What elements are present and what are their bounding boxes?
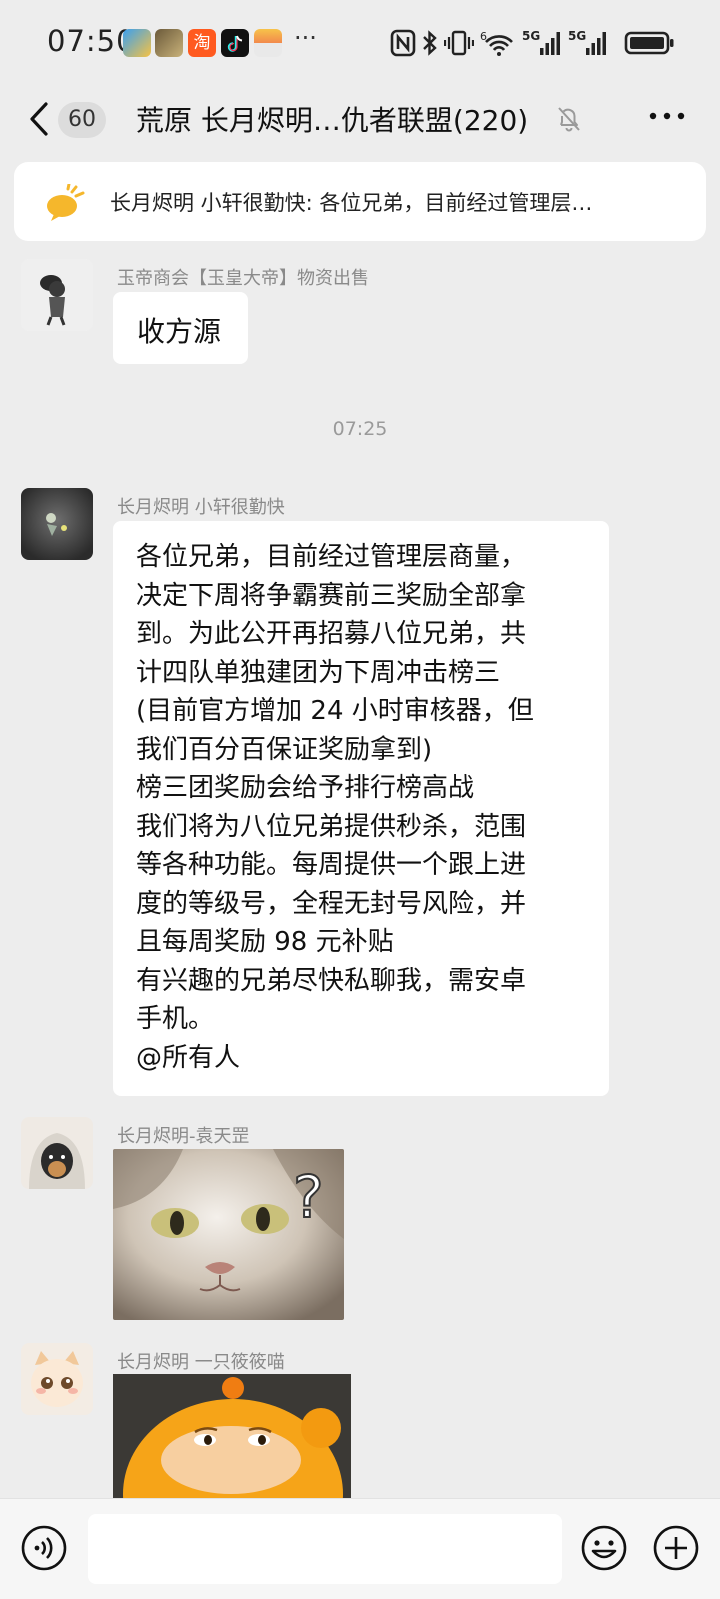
voice-icon[interactable] <box>20 1524 68 1572</box>
plus-icon[interactable] <box>652 1524 700 1572</box>
orange-creature-sticker[interactable] <box>113 1374 351 1498</box>
announcement-icon <box>47 184 85 221</box>
taobao-icon: 淘 <box>188 29 216 57</box>
avatar[interactable] <box>21 1117 93 1189</box>
status-overflow-dots: ··· <box>294 24 317 52</box>
weather-icon <box>123 29 151 57</box>
message-text: 收方源 <box>137 315 222 348</box>
signal-5g-icon: 5G <box>568 29 606 55</box>
message-sender: 玉帝商会【玉皇大帝】物资出售 <box>117 268 369 289</box>
signal-5g-icon: 5G <box>522 29 560 55</box>
message-sender: 长月烬明 小轩很勤快 <box>117 497 285 518</box>
nfc-icon <box>390 29 416 57</box>
battery-icon <box>624 31 674 55</box>
more-options-icon[interactable] <box>648 110 686 122</box>
bluetooth-icon <box>423 30 437 56</box>
avatar[interactable] <box>21 259 93 331</box>
message-sender: 长月烬明-袁天罡 <box>117 1126 250 1147</box>
message-sender: 长月烬明 一只筱筱喵 <box>117 1352 285 1373</box>
network-label: 5G <box>568 29 586 43</box>
announcement-text: 长月烬明 小轩很勤快: 各位兄弟，目前经过管理层… <box>110 191 593 215</box>
wifi-icon: 6 <box>480 30 513 56</box>
sticker-text: ? <box>293 1163 324 1231</box>
vibrate-icon <box>444 30 474 56</box>
network-label: 5G <box>522 29 540 43</box>
avatar[interactable] <box>21 488 93 560</box>
time-divider: 07:25 <box>332 418 388 440</box>
wallet-icon <box>254 29 282 57</box>
back-chevron-icon[interactable] <box>28 101 50 137</box>
emoji-icon[interactable] <box>580 1524 628 1572</box>
game-icon <box>155 29 183 57</box>
avatar[interactable] <box>21 1343 93 1415</box>
mute-bell-icon <box>558 107 580 132</box>
message-input[interactable] <box>88 1514 562 1584</box>
message-text: 各位兄弟，目前经过管理层商量， 决定下周将争霸赛前三奖励全部拿 到。为此公开再招… <box>136 542 534 1073</box>
back-unread-count[interactable]: 60 <box>58 102 106 138</box>
chat-title: 荒原 长月烬明…仇者联盟(220) <box>136 104 529 137</box>
tiktok-icon <box>221 29 249 57</box>
cat-question-sticker[interactable]: ? <box>113 1149 344 1320</box>
